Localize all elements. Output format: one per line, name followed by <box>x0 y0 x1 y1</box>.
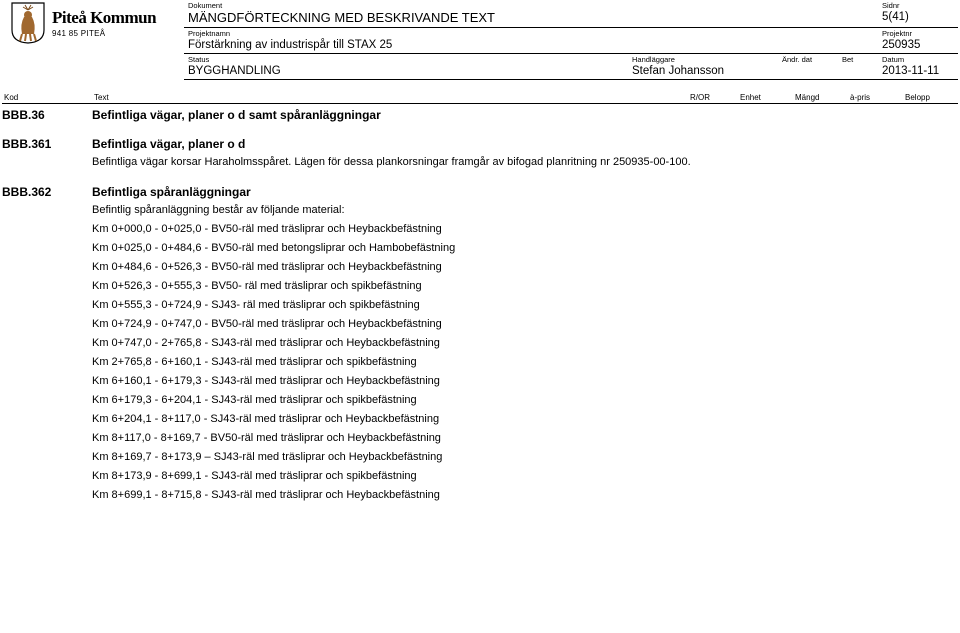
track-segment-item: Km 8+173,9 - 8+699,1 - SJ43-räl med träs… <box>92 469 758 484</box>
hdr-status-value: BYGGHANDLING <box>188 64 624 79</box>
hdr-sidnr-value: 5(41) <box>882 10 954 25</box>
track-segment-item: Km 2+765,8 - 6+160,1 - SJ43-räl med träs… <box>92 355 758 370</box>
hdr-row-dokument: Dokument MÄNGDFÖRTECKNING MED BESKRIVAND… <box>184 0 958 27</box>
hdr-bet-label: Bet <box>842 54 874 64</box>
row-bbb362: BBB.362 Befintliga spåranläggningar Befi… <box>2 183 958 507</box>
track-segment-item: Km 0+555,3 - 0+724,9 - SJ43- räl med trä… <box>92 298 758 313</box>
logo-block: Piteå Kommun 941 85 PITEÅ <box>10 2 180 44</box>
track-segment-item: Km 8+169,7 - 8+173,9 – SJ43-räl med träs… <box>92 450 758 465</box>
track-segment-item: Km 6+160,1 - 6+179,3 - SJ43-räl med träs… <box>92 374 758 389</box>
col-enhet: Enhet <box>738 93 793 102</box>
heading-bbb362: Befintliga spåranläggningar <box>92 183 758 203</box>
hdr-row-status: Status BYGGHANDLING Handläggare Stefan J… <box>184 53 958 80</box>
col-ror: R/OR <box>688 93 738 102</box>
heading-bbb361: Befintliga vägar, planer o d <box>92 135 758 155</box>
logo-text: Piteå Kommun 941 85 PITEÅ <box>52 8 156 38</box>
kod-bbb362: BBB.362 <box>2 183 92 507</box>
hdr-sidnr-label: Sidnr <box>882 0 954 10</box>
col-kod: Kod <box>2 93 92 102</box>
track-segment-item: Km 8+117,0 - 8+169,7 - BV50-räl med träs… <box>92 431 758 446</box>
track-segment-item: Km 0+484,6 - 0+526,3 - BV50-räl med träs… <box>92 260 758 275</box>
column-header-strip: Kod Text R/OR Enhet Mängd à-pris Belopp <box>2 93 958 104</box>
track-segment-list: Km 0+000,0 - 0+025,0 - BV50-räl med träs… <box>92 222 758 503</box>
hdr-andrdat-label: Ändr. dat <box>782 54 834 64</box>
col-apris: à-pris <box>848 93 903 102</box>
logo-name: Piteå Kommun <box>52 8 156 28</box>
row-bbb361: BBB.361 Befintliga vägar, planer o d Bef… <box>2 135 958 174</box>
logo-row: Piteå Kommun 941 85 PITEÅ <box>10 2 180 44</box>
hdr-projektnr-value: 250935 <box>882 38 954 53</box>
row-bbb36: BBB.36 Befintliga vägar, planer o d samt… <box>2 106 958 126</box>
hdr-bet-value <box>842 64 874 65</box>
para-bbb362-intro: Befintlig spåranläggning består av följa… <box>92 203 758 218</box>
municipality-shield-icon <box>10 2 46 44</box>
col-belopp: Belopp <box>903 93 958 102</box>
track-segment-item: Km 0+526,3 - 0+555,3 - BV50- räl med trä… <box>92 279 758 294</box>
page: Piteå Kommun 941 85 PITEÅ Dokument MÄNGD… <box>0 0 960 633</box>
track-segment-item: Km 8+699,1 - 8+715,8 - SJ43-räl med träs… <box>92 488 758 503</box>
track-segment-item: Km 6+179,3 - 6+204,1 - SJ43-räl med träs… <box>92 393 758 408</box>
col-mangd: Mängd <box>793 93 848 102</box>
document-header: Dokument MÄNGDFÖRTECKNING MED BESKRIVAND… <box>184 0 958 80</box>
track-segment-item: Km 0+000,0 - 0+025,0 - BV50-räl med träs… <box>92 222 758 237</box>
document-body: BBB.36 Befintliga vägar, planer o d samt… <box>2 106 958 631</box>
heading-bbb36: Befintliga vägar, planer o d samt spåran… <box>92 106 758 126</box>
track-segment-item: Km 0+025,0 - 0+484,6 - BV50-räl med beto… <box>92 241 758 256</box>
track-segment-item: Km 6+204,1 - 8+117,0 - SJ43-räl med träs… <box>92 412 758 427</box>
hdr-status-label: Status <box>188 54 624 64</box>
hdr-projektnamn-label: Projektnamn <box>188 28 874 38</box>
hdr-handlaggare-label: Handläggare <box>632 54 774 64</box>
hdr-dokument-label: Dokument <box>188 0 874 10</box>
hdr-dokument-value: MÄNGDFÖRTECKNING MED BESKRIVANDE TEXT <box>188 10 874 27</box>
track-segment-item: Km 0+724,9 - 0+747,0 - BV50-räl med träs… <box>92 317 758 332</box>
hdr-handlaggare-value: Stefan Johansson <box>632 64 774 79</box>
col-text: Text <box>92 93 688 102</box>
kod-bbb36: BBB.36 <box>2 106 92 126</box>
hdr-datum-value: 2013-11-11 <box>882 64 954 79</box>
hdr-projektnamn-value: Förstärkning av industrispår till STAX 2… <box>188 38 874 53</box>
hdr-projektnr-label: Projektnr <box>882 28 954 38</box>
logo-post: 941 85 PITEÅ <box>52 29 156 38</box>
track-segment-item: Km 0+747,0 - 2+765,8 - SJ43-räl med träs… <box>92 336 758 351</box>
kod-bbb361: BBB.361 <box>2 135 92 174</box>
hdr-andrdat-value <box>782 64 834 65</box>
hdr-row-projekt: Projektnamn Förstärkning av industrispår… <box>184 27 958 53</box>
para-bbb361: Befintliga vägar korsar Haraholmsspåret.… <box>92 155 758 170</box>
hdr-datum-label: Datum <box>882 54 954 64</box>
